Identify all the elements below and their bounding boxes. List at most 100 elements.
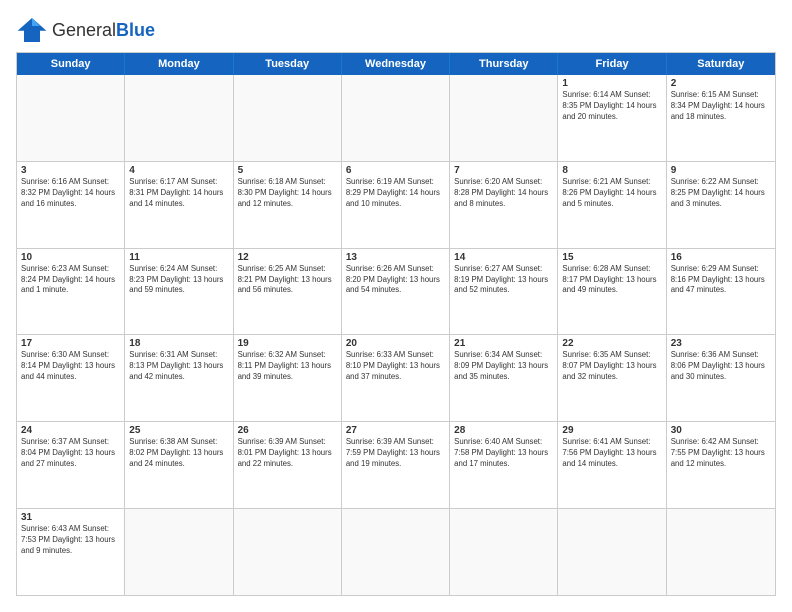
calendar-day-24: 24Sunrise: 6:37 AM Sunset: 8:04 PM Dayli…	[17, 422, 125, 508]
day-info: Sunrise: 6:16 AM Sunset: 8:32 PM Dayligh…	[21, 177, 120, 210]
calendar-weekday-thursday: Thursday	[450, 53, 558, 75]
day-number: 14	[454, 252, 553, 263]
day-info: Sunrise: 6:42 AM Sunset: 7:55 PM Dayligh…	[671, 437, 771, 470]
day-number: 5	[238, 165, 337, 176]
calendar-day-10: 10Sunrise: 6:23 AM Sunset: 8:24 PM Dayli…	[17, 249, 125, 335]
calendar-week-4: 17Sunrise: 6:30 AM Sunset: 8:14 PM Dayli…	[17, 335, 775, 422]
day-info: Sunrise: 6:41 AM Sunset: 7:56 PM Dayligh…	[562, 437, 661, 470]
day-number: 26	[238, 425, 337, 436]
calendar-day-16: 16Sunrise: 6:29 AM Sunset: 8:16 PM Dayli…	[667, 249, 775, 335]
day-info: Sunrise: 6:30 AM Sunset: 8:14 PM Dayligh…	[21, 350, 120, 383]
day-info: Sunrise: 6:29 AM Sunset: 8:16 PM Dayligh…	[671, 264, 771, 297]
day-info: Sunrise: 6:27 AM Sunset: 8:19 PM Dayligh…	[454, 264, 553, 297]
calendar-weekday-wednesday: Wednesday	[342, 53, 450, 75]
calendar-day-13: 13Sunrise: 6:26 AM Sunset: 8:20 PM Dayli…	[342, 249, 450, 335]
day-info: Sunrise: 6:43 AM Sunset: 7:53 PM Dayligh…	[21, 524, 120, 557]
logo: GeneralBlue	[16, 16, 155, 44]
calendar-day-6: 6Sunrise: 6:19 AM Sunset: 8:29 PM Daylig…	[342, 162, 450, 248]
calendar-day-empty	[234, 75, 342, 161]
day-number: 24	[21, 425, 120, 436]
day-number: 29	[562, 425, 661, 436]
day-info: Sunrise: 6:21 AM Sunset: 8:26 PM Dayligh…	[562, 177, 661, 210]
page: GeneralBlue SundayMondayTuesdayWednesday…	[0, 0, 792, 612]
day-number: 23	[671, 338, 771, 349]
calendar-day-7: 7Sunrise: 6:20 AM Sunset: 8:28 PM Daylig…	[450, 162, 558, 248]
day-info: Sunrise: 6:23 AM Sunset: 8:24 PM Dayligh…	[21, 264, 120, 297]
calendar-day-30: 30Sunrise: 6:42 AM Sunset: 7:55 PM Dayli…	[667, 422, 775, 508]
calendar-day-empty	[558, 509, 666, 595]
day-info: Sunrise: 6:17 AM Sunset: 8:31 PM Dayligh…	[129, 177, 228, 210]
calendar-day-11: 11Sunrise: 6:24 AM Sunset: 8:23 PM Dayli…	[125, 249, 233, 335]
calendar-week-1: 1Sunrise: 6:14 AM Sunset: 8:35 PM Daylig…	[17, 75, 775, 162]
calendar-weekday-sunday: Sunday	[17, 53, 125, 75]
day-number: 2	[671, 78, 771, 89]
calendar-day-empty	[125, 509, 233, 595]
day-info: Sunrise: 6:38 AM Sunset: 8:02 PM Dayligh…	[129, 437, 228, 470]
calendar-day-8: 8Sunrise: 6:21 AM Sunset: 8:26 PM Daylig…	[558, 162, 666, 248]
day-number: 30	[671, 425, 771, 436]
day-number: 18	[129, 338, 228, 349]
calendar-day-empty	[450, 509, 558, 595]
day-info: Sunrise: 6:28 AM Sunset: 8:17 PM Dayligh…	[562, 264, 661, 297]
day-number: 3	[21, 165, 120, 176]
day-number: 25	[129, 425, 228, 436]
day-info: Sunrise: 6:39 AM Sunset: 7:59 PM Dayligh…	[346, 437, 445, 470]
day-number: 6	[346, 165, 445, 176]
day-number: 19	[238, 338, 337, 349]
calendar-day-18: 18Sunrise: 6:31 AM Sunset: 8:13 PM Dayli…	[125, 335, 233, 421]
day-number: 22	[562, 338, 661, 349]
calendar-week-5: 24Sunrise: 6:37 AM Sunset: 8:04 PM Dayli…	[17, 422, 775, 509]
day-number: 4	[129, 165, 228, 176]
logo-icon	[16, 16, 48, 44]
day-number: 11	[129, 252, 228, 263]
calendar-day-14: 14Sunrise: 6:27 AM Sunset: 8:19 PM Dayli…	[450, 249, 558, 335]
calendar-day-17: 17Sunrise: 6:30 AM Sunset: 8:14 PM Dayli…	[17, 335, 125, 421]
day-number: 27	[346, 425, 445, 436]
calendar-weekday-tuesday: Tuesday	[234, 53, 342, 75]
day-info: Sunrise: 6:26 AM Sunset: 8:20 PM Dayligh…	[346, 264, 445, 297]
calendar-weekday-friday: Friday	[558, 53, 666, 75]
calendar-day-3: 3Sunrise: 6:16 AM Sunset: 8:32 PM Daylig…	[17, 162, 125, 248]
calendar: SundayMondayTuesdayWednesdayThursdayFrid…	[16, 52, 776, 596]
calendar-day-25: 25Sunrise: 6:38 AM Sunset: 8:02 PM Dayli…	[125, 422, 233, 508]
calendar-day-23: 23Sunrise: 6:36 AM Sunset: 8:06 PM Dayli…	[667, 335, 775, 421]
day-info: Sunrise: 6:25 AM Sunset: 8:21 PM Dayligh…	[238, 264, 337, 297]
calendar-day-20: 20Sunrise: 6:33 AM Sunset: 8:10 PM Dayli…	[342, 335, 450, 421]
day-number: 13	[346, 252, 445, 263]
day-number: 20	[346, 338, 445, 349]
day-number: 17	[21, 338, 120, 349]
calendar-day-1: 1Sunrise: 6:14 AM Sunset: 8:35 PM Daylig…	[558, 75, 666, 161]
calendar-week-3: 10Sunrise: 6:23 AM Sunset: 8:24 PM Dayli…	[17, 249, 775, 336]
calendar-day-19: 19Sunrise: 6:32 AM Sunset: 8:11 PM Dayli…	[234, 335, 342, 421]
day-number: 9	[671, 165, 771, 176]
day-number: 21	[454, 338, 553, 349]
day-number: 16	[671, 252, 771, 263]
calendar-day-26: 26Sunrise: 6:39 AM Sunset: 8:01 PM Dayli…	[234, 422, 342, 508]
day-info: Sunrise: 6:33 AM Sunset: 8:10 PM Dayligh…	[346, 350, 445, 383]
calendar-day-empty	[342, 75, 450, 161]
calendar-day-15: 15Sunrise: 6:28 AM Sunset: 8:17 PM Dayli…	[558, 249, 666, 335]
calendar-day-empty	[342, 509, 450, 595]
day-info: Sunrise: 6:22 AM Sunset: 8:25 PM Dayligh…	[671, 177, 771, 210]
calendar-body: 1Sunrise: 6:14 AM Sunset: 8:35 PM Daylig…	[17, 75, 775, 595]
calendar-day-empty	[450, 75, 558, 161]
calendar-header-row: SundayMondayTuesdayWednesdayThursdayFrid…	[17, 53, 775, 75]
day-number: 7	[454, 165, 553, 176]
calendar-day-9: 9Sunrise: 6:22 AM Sunset: 8:25 PM Daylig…	[667, 162, 775, 248]
calendar-day-29: 29Sunrise: 6:41 AM Sunset: 7:56 PM Dayli…	[558, 422, 666, 508]
calendar-day-12: 12Sunrise: 6:25 AM Sunset: 8:21 PM Dayli…	[234, 249, 342, 335]
day-info: Sunrise: 6:20 AM Sunset: 8:28 PM Dayligh…	[454, 177, 553, 210]
header: GeneralBlue	[16, 16, 776, 44]
calendar-weekday-saturday: Saturday	[667, 53, 775, 75]
calendar-day-22: 22Sunrise: 6:35 AM Sunset: 8:07 PM Dayli…	[558, 335, 666, 421]
day-info: Sunrise: 6:36 AM Sunset: 8:06 PM Dayligh…	[671, 350, 771, 383]
calendar-day-4: 4Sunrise: 6:17 AM Sunset: 8:31 PM Daylig…	[125, 162, 233, 248]
day-number: 1	[562, 78, 661, 89]
calendar-week-6: 31Sunrise: 6:43 AM Sunset: 7:53 PM Dayli…	[17, 509, 775, 595]
day-info: Sunrise: 6:15 AM Sunset: 8:34 PM Dayligh…	[671, 90, 771, 123]
day-info: Sunrise: 6:34 AM Sunset: 8:09 PM Dayligh…	[454, 350, 553, 383]
day-number: 31	[21, 512, 120, 523]
day-info: Sunrise: 6:35 AM Sunset: 8:07 PM Dayligh…	[562, 350, 661, 383]
day-info: Sunrise: 6:39 AM Sunset: 8:01 PM Dayligh…	[238, 437, 337, 470]
calendar-day-empty	[17, 75, 125, 161]
